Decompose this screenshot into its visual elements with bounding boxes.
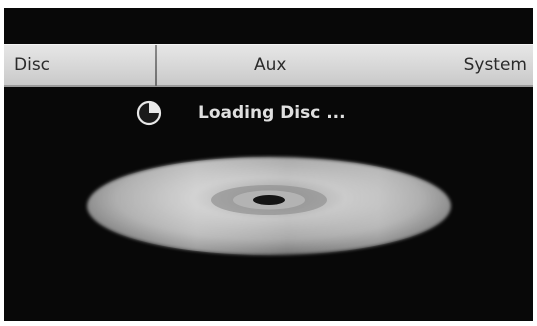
media-screen: Disc Aux System Loading Disc ... [4, 8, 533, 321]
loading-status-text: Loading Disc ... [198, 103, 346, 123]
loading-spinner-icon [136, 100, 162, 126]
menu-item-aux[interactable]: Aux [254, 45, 286, 86]
media-menu-bar: Disc Aux System [4, 44, 533, 87]
menu-item-system[interactable]: System [464, 45, 527, 86]
menu-item-disc[interactable]: Disc [14, 45, 50, 86]
disc-icon [87, 157, 451, 255]
menu-divider [155, 45, 157, 86]
